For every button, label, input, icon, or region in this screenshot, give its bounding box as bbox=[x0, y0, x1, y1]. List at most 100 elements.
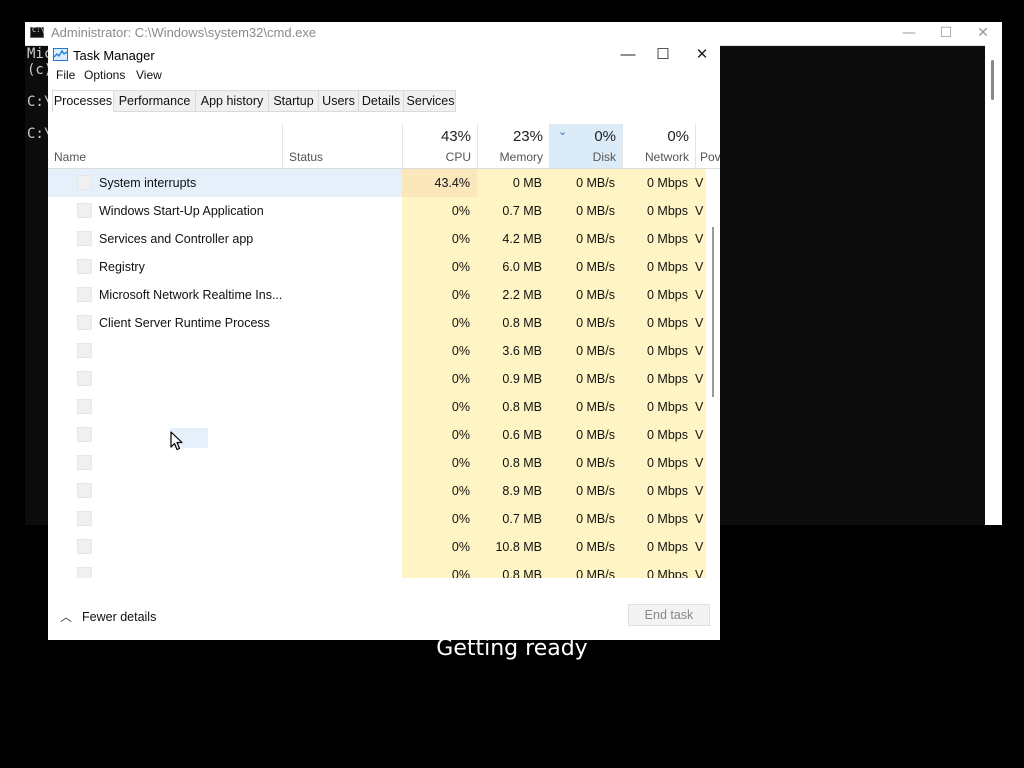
cpu-value: 0% bbox=[402, 449, 477, 477]
column-network-label: Network bbox=[644, 150, 689, 164]
network-value: 0 Mbps bbox=[622, 505, 695, 533]
cpu-value: 0% bbox=[402, 393, 477, 421]
process-name-cell: Microsoft Network Realtime Ins... bbox=[48, 281, 402, 309]
process-icon bbox=[77, 203, 92, 218]
disk-value: 0 MB/s bbox=[549, 449, 622, 477]
table-row[interactable]: Services and Controller app 0% 4.2 MB 0 MB/… bbox=[48, 225, 706, 253]
process-name-cell bbox=[48, 561, 402, 578]
disk-value: 0 MB/s bbox=[549, 505, 622, 533]
table-row[interactable]: 0% 8.9 MB 0 MB/s 0 Mbps V bbox=[48, 477, 706, 505]
cpu-value: 0% bbox=[402, 225, 477, 253]
disk-value: 0 MB/s bbox=[549, 197, 622, 225]
table-row[interactable]: 0% 0.8 MB 0 MB/s 0 Mbps V bbox=[48, 561, 706, 578]
table-row[interactable]: 0% 3.6 MB 0 MB/s 0 Mbps V bbox=[48, 337, 706, 365]
process-name-cell: Client Server Runtime Process bbox=[48, 309, 402, 337]
tm-titlebar[interactable]: Task Manager — ☐ ✕ bbox=[48, 44, 720, 66]
process-name-cell bbox=[48, 365, 402, 393]
cpu-value: 0% bbox=[402, 197, 477, 225]
memory-total-percent: 23% bbox=[512, 128, 543, 145]
menu-bar: File Options View bbox=[48, 68, 720, 86]
memory-value: 0.6 MB bbox=[477, 421, 549, 449]
cmd-app-icon bbox=[30, 26, 45, 38]
memory-value: 2.2 MB bbox=[477, 281, 549, 309]
sort-chevron-down-icon: ⌄ bbox=[558, 126, 568, 138]
process-name-cell bbox=[48, 393, 402, 421]
process-name: Client Server Runtime Process bbox=[99, 316, 270, 330]
power-value: V bbox=[695, 365, 706, 393]
network-value: 0 Mbps bbox=[622, 393, 695, 421]
process-name-cell bbox=[48, 421, 402, 449]
process-name-cell bbox=[48, 337, 402, 365]
vertical-scrollbar-thumb[interactable] bbox=[712, 227, 714, 397]
disk-value: 0 MB/s bbox=[549, 253, 622, 281]
cmd-minimize-button[interactable]: — bbox=[891, 22, 927, 45]
table-row[interactable]: System interrupts 43.4% 0 MB 0 MB/s 0 Mbps V bbox=[48, 169, 706, 197]
column-header-network[interactable]: 0% Network bbox=[622, 124, 695, 168]
table-row[interactable]: Client Server Runtime Process 0% 0.8 MB 0 M… bbox=[48, 309, 706, 337]
tm-close-button[interactable]: ✕ bbox=[684, 44, 720, 66]
tm-maximize-button[interactable]: ☐ bbox=[645, 44, 681, 66]
network-value: 0 Mbps bbox=[622, 253, 695, 281]
table-row[interactable]: Windows Start-Up Application 0% 0.7 MB 0 MB… bbox=[48, 197, 706, 225]
process-icon bbox=[77, 231, 92, 246]
memory-value: 0.8 MB bbox=[477, 309, 549, 337]
menu-options[interactable]: Options bbox=[84, 68, 125, 82]
disk-value: 0 MB/s bbox=[549, 561, 622, 578]
network-value: 0 Mbps bbox=[622, 561, 695, 578]
table-row[interactable]: 0% 0.8 MB 0 MB/s 0 Mbps V bbox=[48, 449, 706, 477]
column-header-memory[interactable]: 23% Memory bbox=[477, 124, 549, 168]
tm-minimize-button[interactable]: — bbox=[610, 44, 646, 66]
mouse-pointer-icon bbox=[170, 431, 183, 451]
table-row[interactable]: 0% 10.8 MB 0 MB/s 0 Mbps V bbox=[48, 533, 706, 561]
process-icon bbox=[77, 567, 92, 578]
tab-app-history[interactable]: App history bbox=[196, 91, 269, 112]
power-value: V bbox=[695, 281, 706, 309]
disk-value: 0 MB/s bbox=[549, 393, 622, 421]
column-header-power[interactable]: Pov bbox=[695, 124, 720, 168]
power-value: V bbox=[695, 337, 706, 365]
cmd-scrollbar-thumb[interactable] bbox=[991, 60, 994, 100]
column-header-disk[interactable]: ⌄ 0% Disk bbox=[549, 124, 622, 168]
tab-strip: Processes Performance App history Startu… bbox=[52, 90, 456, 112]
memory-value: 0.9 MB bbox=[477, 365, 549, 393]
process-name: Windows Start-Up Application bbox=[99, 204, 264, 218]
cmd-maximize-button[interactable]: ☐ bbox=[928, 22, 964, 45]
table-row[interactable]: Microsoft Network Realtime Ins... 0% 2.2 M… bbox=[48, 281, 706, 309]
cpu-total-percent: 43% bbox=[440, 128, 471, 145]
network-value: 0 Mbps bbox=[622, 197, 695, 225]
tab-users[interactable]: Users bbox=[319, 91, 359, 112]
power-value: V bbox=[695, 421, 706, 449]
disk-value: 0 MB/s bbox=[549, 225, 622, 253]
table-row[interactable]: 0% 0.6 MB 0 MB/s 0 Mbps V bbox=[48, 421, 706, 449]
memory-value: 4.2 MB bbox=[477, 225, 549, 253]
status-message: Getting ready bbox=[436, 636, 588, 661]
table-row[interactable]: 0% 0.8 MB 0 MB/s 0 Mbps V bbox=[48, 393, 706, 421]
column-header-cpu[interactable]: 43% CPU bbox=[402, 124, 477, 168]
tab-details[interactable]: Details bbox=[359, 91, 404, 112]
cpu-value: 0% bbox=[402, 309, 477, 337]
end-task-button[interactable]: End task bbox=[628, 604, 710, 626]
cmd-titlebar[interactable]: Administrator: C:\Windows\system32\cmd.e… bbox=[25, 22, 1002, 46]
cmd-close-button[interactable]: ✕ bbox=[965, 22, 1001, 45]
menu-view[interactable]: View bbox=[136, 68, 162, 82]
tab-startup[interactable]: Startup bbox=[269, 91, 319, 112]
table-vertical-scrollbar[interactable] bbox=[708, 169, 720, 578]
power-value: V bbox=[695, 449, 706, 477]
column-header-status[interactable]: Status bbox=[282, 124, 402, 168]
memory-value: 6.0 MB bbox=[477, 253, 549, 281]
table-row[interactable]: Registry 0% 6.0 MB 0 MB/s 0 Mbps V bbox=[48, 253, 706, 281]
menu-file[interactable]: File bbox=[56, 68, 75, 82]
column-header-name[interactable]: Name bbox=[48, 124, 282, 168]
table-row[interactable]: 0% 0.7 MB 0 MB/s 0 Mbps V bbox=[48, 505, 706, 533]
memory-value: 10.8 MB bbox=[477, 533, 549, 561]
column-memory-label: Memory bbox=[499, 150, 543, 164]
tab-performance[interactable]: Performance bbox=[114, 91, 196, 112]
table-row[interactable]: 0% 0.9 MB 0 MB/s 0 Mbps V bbox=[48, 365, 706, 393]
column-status-label: Status bbox=[289, 150, 324, 164]
process-icon bbox=[77, 427, 92, 442]
tab-processes[interactable]: Processes bbox=[53, 91, 114, 112]
disk-value: 0 MB/s bbox=[549, 169, 622, 197]
tab-services[interactable]: Services bbox=[404, 91, 457, 112]
cmd-scrollbar[interactable] bbox=[985, 45, 1002, 525]
cpu-value: 43.4% bbox=[402, 169, 477, 197]
